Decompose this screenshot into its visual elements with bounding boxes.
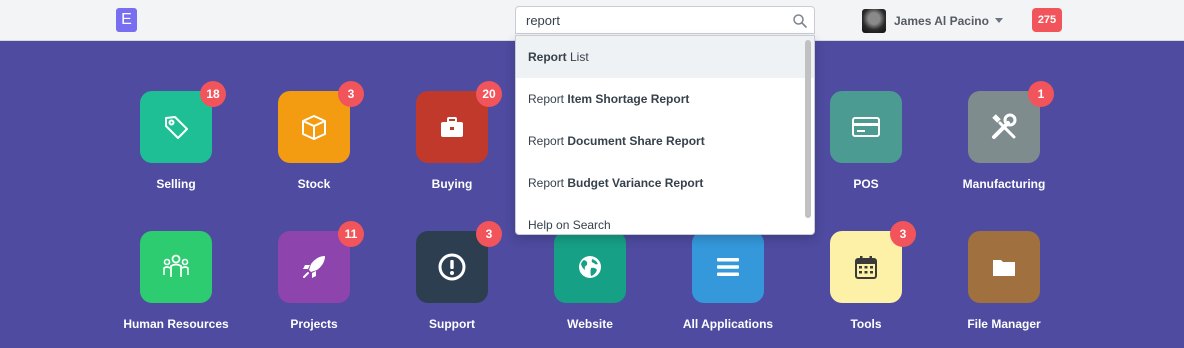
search-result-item[interactable]: Help on Search <box>516 204 814 234</box>
app-tile-projects[interactable]: 11 Projects <box>244 221 384 331</box>
result-highlight: Document Share Report <box>567 134 705 148</box>
result-highlight: Report <box>528 50 567 64</box>
notification-badge: 11 <box>338 221 364 247</box>
search-result-item[interactable]: Report Document Share Report <box>516 120 814 162</box>
app-tile-buying[interactable]: 20 Buying <box>382 81 522 191</box>
tag-icon <box>165 116 188 139</box>
scrollbar[interactable] <box>805 40 811 218</box>
card-icon <box>852 117 880 137</box>
app-icon-box[interactable]: 3 <box>416 221 502 303</box>
app-tile-file-manager[interactable]: File Manager <box>934 231 1074 331</box>
app-icon-box[interactable]: 3 <box>278 81 364 163</box>
search-result-item[interactable]: Report Item Shortage Report <box>516 78 814 120</box>
briefcase-icon <box>441 117 463 137</box>
alert-icon <box>438 253 466 281</box>
app-label: Projects <box>290 317 338 331</box>
search-icon[interactable] <box>792 13 808 29</box>
app-label: File Manager <box>967 317 1041 331</box>
app-label: Buying <box>431 177 473 191</box>
app-tile-website[interactable]: Website <box>520 231 660 331</box>
notification-badge: 20 <box>476 81 502 107</box>
search-box[interactable] <box>515 6 815 34</box>
app-tile-manufacturing[interactable]: 1 Manufacturing <box>934 81 1074 191</box>
app-icon-box[interactable] <box>968 231 1040 303</box>
app-icon-box[interactable] <box>830 91 902 163</box>
result-prefix: Help on Search <box>528 218 611 232</box>
app-icon-box[interactable]: 3 <box>830 221 916 303</box>
result-prefix: Report <box>528 176 568 190</box>
search-result-item[interactable]: Report Budget Variance Report <box>516 162 814 204</box>
globe-icon <box>579 256 601 278</box>
calendar-icon <box>855 256 877 279</box>
box-icon <box>302 115 326 140</box>
user-name: James Al Pacino <box>894 13 989 28</box>
result-prefix: Report <box>528 134 568 148</box>
app-tile-selling[interactable]: 18 Selling <box>106 81 246 191</box>
list-icon <box>717 258 739 276</box>
folder-icon <box>993 260 1015 276</box>
user-menu[interactable]: James Al Pacino <box>862 8 1003 33</box>
search-result-item[interactable]: Report List <box>516 36 814 78</box>
app-label: Human Resources <box>123 317 229 331</box>
app-icon-box[interactable] <box>554 231 626 303</box>
app-label: Manufacturing <box>962 177 1046 191</box>
notification-badge: 3 <box>890 221 916 247</box>
app-tile-pos[interactable]: POS <box>796 91 936 191</box>
app-icon-box[interactable]: 18 <box>140 81 226 163</box>
app-tile-all-applications[interactable]: All Applications <box>658 231 798 331</box>
app-label: Tools <box>850 317 882 331</box>
app-label: Support <box>429 317 475 331</box>
notification-badge: 3 <box>338 81 364 107</box>
app-logo[interactable]: E <box>116 8 137 32</box>
app-label: POS <box>853 177 879 191</box>
search-input[interactable] <box>516 7 786 33</box>
app-label: Website <box>567 317 613 331</box>
app-tile-stock[interactable]: 3 Stock <box>244 81 384 191</box>
app-icon-box[interactable]: 20 <box>416 81 502 163</box>
notification-badge: 3 <box>476 221 502 247</box>
app-icon-box[interactable] <box>140 231 212 303</box>
search-dropdown: Report List Report Item Shortage Report … <box>515 35 815 235</box>
notification-badge: 18 <box>200 81 226 107</box>
app-tile-tools[interactable]: 3 Tools <box>796 221 936 331</box>
app-icon-box[interactable] <box>692 231 764 303</box>
app-label: Stock <box>297 177 331 191</box>
chevron-down-icon <box>994 18 1003 23</box>
result-prefix: Report <box>528 92 568 106</box>
app-tile-support[interactable]: 3 Support <box>382 221 522 331</box>
rocket-icon <box>303 256 325 278</box>
app-icon-box[interactable]: 1 <box>968 81 1054 163</box>
people-icon <box>163 254 189 277</box>
avatar <box>862 8 886 33</box>
app-label: All Applications <box>682 317 774 331</box>
app-icon-box[interactable]: 11 <box>278 221 364 303</box>
notification-badge: 1 <box>1028 81 1054 107</box>
result-suffix: List <box>566 50 589 64</box>
app-tile-human-resources[interactable]: Human Resources <box>106 231 246 331</box>
result-highlight: Budget Variance Report <box>567 176 704 190</box>
notification-badge[interactable]: 275 <box>1032 8 1062 32</box>
tools-icon <box>992 113 1017 139</box>
result-highlight: Item Shortage Report <box>567 92 690 106</box>
app-label: Selling <box>156 177 196 191</box>
